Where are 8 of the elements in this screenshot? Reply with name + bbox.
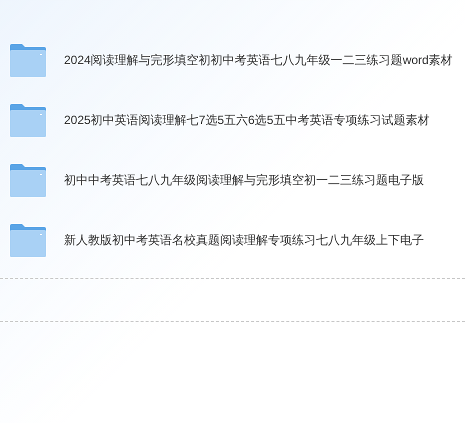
- folder-name[interactable]: 2025初中英语阅读理解七7选5五六6选5五中考英语专项练习试题素材: [64, 111, 430, 129]
- folder-icon: [10, 104, 46, 136]
- folder-icon: [10, 164, 46, 196]
- folder-icon: [10, 224, 46, 256]
- folder-name[interactable]: 初中中考英语七八九年级阅读理解与完形填空初一二三练习题电子版: [64, 171, 424, 189]
- folder-name[interactable]: 新人教版初中考英语名校真题阅读理解专项练习七八九年级上下电子: [64, 231, 424, 249]
- folder-name[interactable]: 2024阅读理解与完形填空初初中考英语七八九年级一二三练习题word素材: [64, 51, 453, 69]
- folder-icon: [10, 44, 46, 76]
